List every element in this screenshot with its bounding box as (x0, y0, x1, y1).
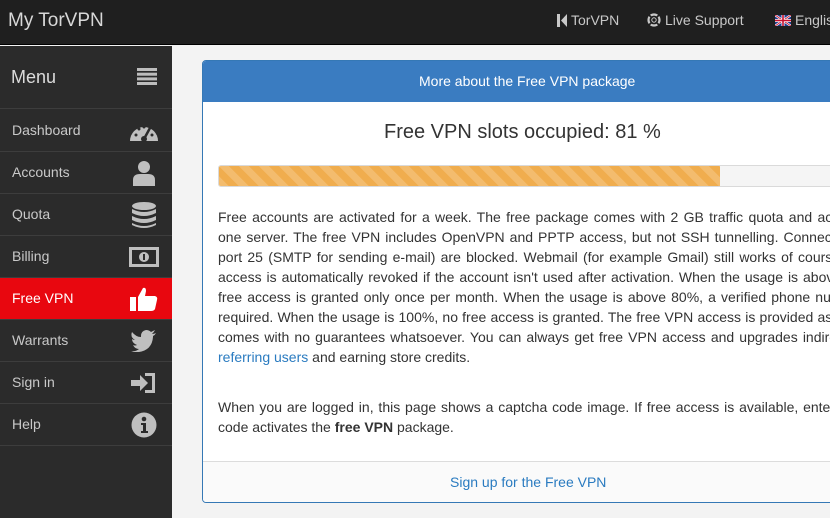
topnav-live-support-label: Live Support (665, 12, 744, 28)
topnav-torvpn-link[interactable]: TorVPN (557, 12, 619, 28)
sidebar-item-label: Sign in (12, 374, 55, 390)
top-navbar: My TorVPN TorVPN Live Support English (0, 0, 830, 45)
hamburger-menu-icon[interactable] (137, 68, 157, 85)
free-vpn-emphasis: free VPN (334, 419, 394, 435)
sidebar: Menu Dashboard Accounts Quota Billing Fr… (0, 46, 172, 518)
sidebar-item-quota[interactable]: Quota (0, 194, 172, 236)
free-package-description: Free accounts are activated for a week. … (218, 207, 830, 367)
topnav-live-support-link[interactable]: Live Support (647, 12, 744, 28)
sidebar-item-billing[interactable]: Billing (0, 236, 172, 278)
free-vpn-panel: More about the Free VPN package Free VPN… (202, 60, 830, 503)
panel-header: More about the Free VPN package (203, 61, 830, 102)
sidebar-item-label: Billing (12, 248, 50, 264)
captcha-note-end: package. (393, 419, 454, 435)
info-icon (128, 411, 160, 439)
twitter-bird-icon (128, 327, 160, 355)
slots-progress-fill (219, 166, 720, 186)
sidebar-item-sign-in[interactable]: Sign in (0, 362, 172, 404)
referring-users-link[interactable]: referring users (218, 349, 308, 365)
uk-flag-icon (775, 14, 791, 26)
panel-header-title: More about the Free VPN package (419, 73, 636, 89)
topnav-language-label: English (795, 12, 830, 28)
user-icon (128, 159, 160, 187)
sidebar-item-label: Help (12, 416, 41, 432)
sidebar-item-accounts[interactable]: Accounts (0, 152, 172, 194)
topnav-torvpn-label: TorVPN (571, 12, 620, 28)
sidebar-menu-title: Menu (11, 67, 57, 87)
sidebar-item-dashboard[interactable]: Dashboard (0, 110, 172, 152)
torvpn-logo-icon (557, 13, 567, 27)
brand-title[interactable]: My TorVPN (8, 10, 104, 32)
captcha-note: When you are logged in, this page shows … (218, 397, 830, 437)
database-icon (128, 201, 160, 229)
slots-progress-bar (218, 165, 830, 187)
sidebar-menu-header: Menu (0, 46, 172, 109)
panel-footer: Sign up for the Free VPN (203, 461, 830, 502)
sidebar-item-label: Quota (12, 206, 51, 222)
sidebar-item-label: Dashboard (12, 122, 81, 138)
sign-up-free-vpn-link[interactable]: Sign up for the Free VPN (450, 474, 606, 490)
sign-in-icon (128, 369, 160, 397)
sidebar-item-free-vpn[interactable]: Free VPN (0, 278, 172, 320)
sidebar-item-warrants[interactable]: Warrants (0, 320, 172, 362)
sidebar-item-label: Free VPN (12, 290, 74, 306)
slots-occupied-heading: Free VPN slots occupied: 81 % (384, 121, 661, 143)
sidebar-item-label: Warrants (12, 332, 69, 348)
thumbs-up-icon (128, 285, 160, 313)
lifebuoy-icon (647, 13, 661, 27)
topnav-language-link[interactable]: English (775, 12, 830, 28)
sidebar-item-help[interactable]: Help (0, 404, 172, 446)
sidebar-item-label: Accounts (12, 164, 70, 180)
money-bill-icon (128, 243, 160, 271)
description-text: Free accounts are activated for a week. … (218, 209, 830, 345)
captcha-note-text: When you are logged in, this page shows … (218, 399, 830, 435)
dashboard-gauge-icon (128, 117, 160, 145)
description-text-end: and earning store credits. (308, 349, 471, 365)
